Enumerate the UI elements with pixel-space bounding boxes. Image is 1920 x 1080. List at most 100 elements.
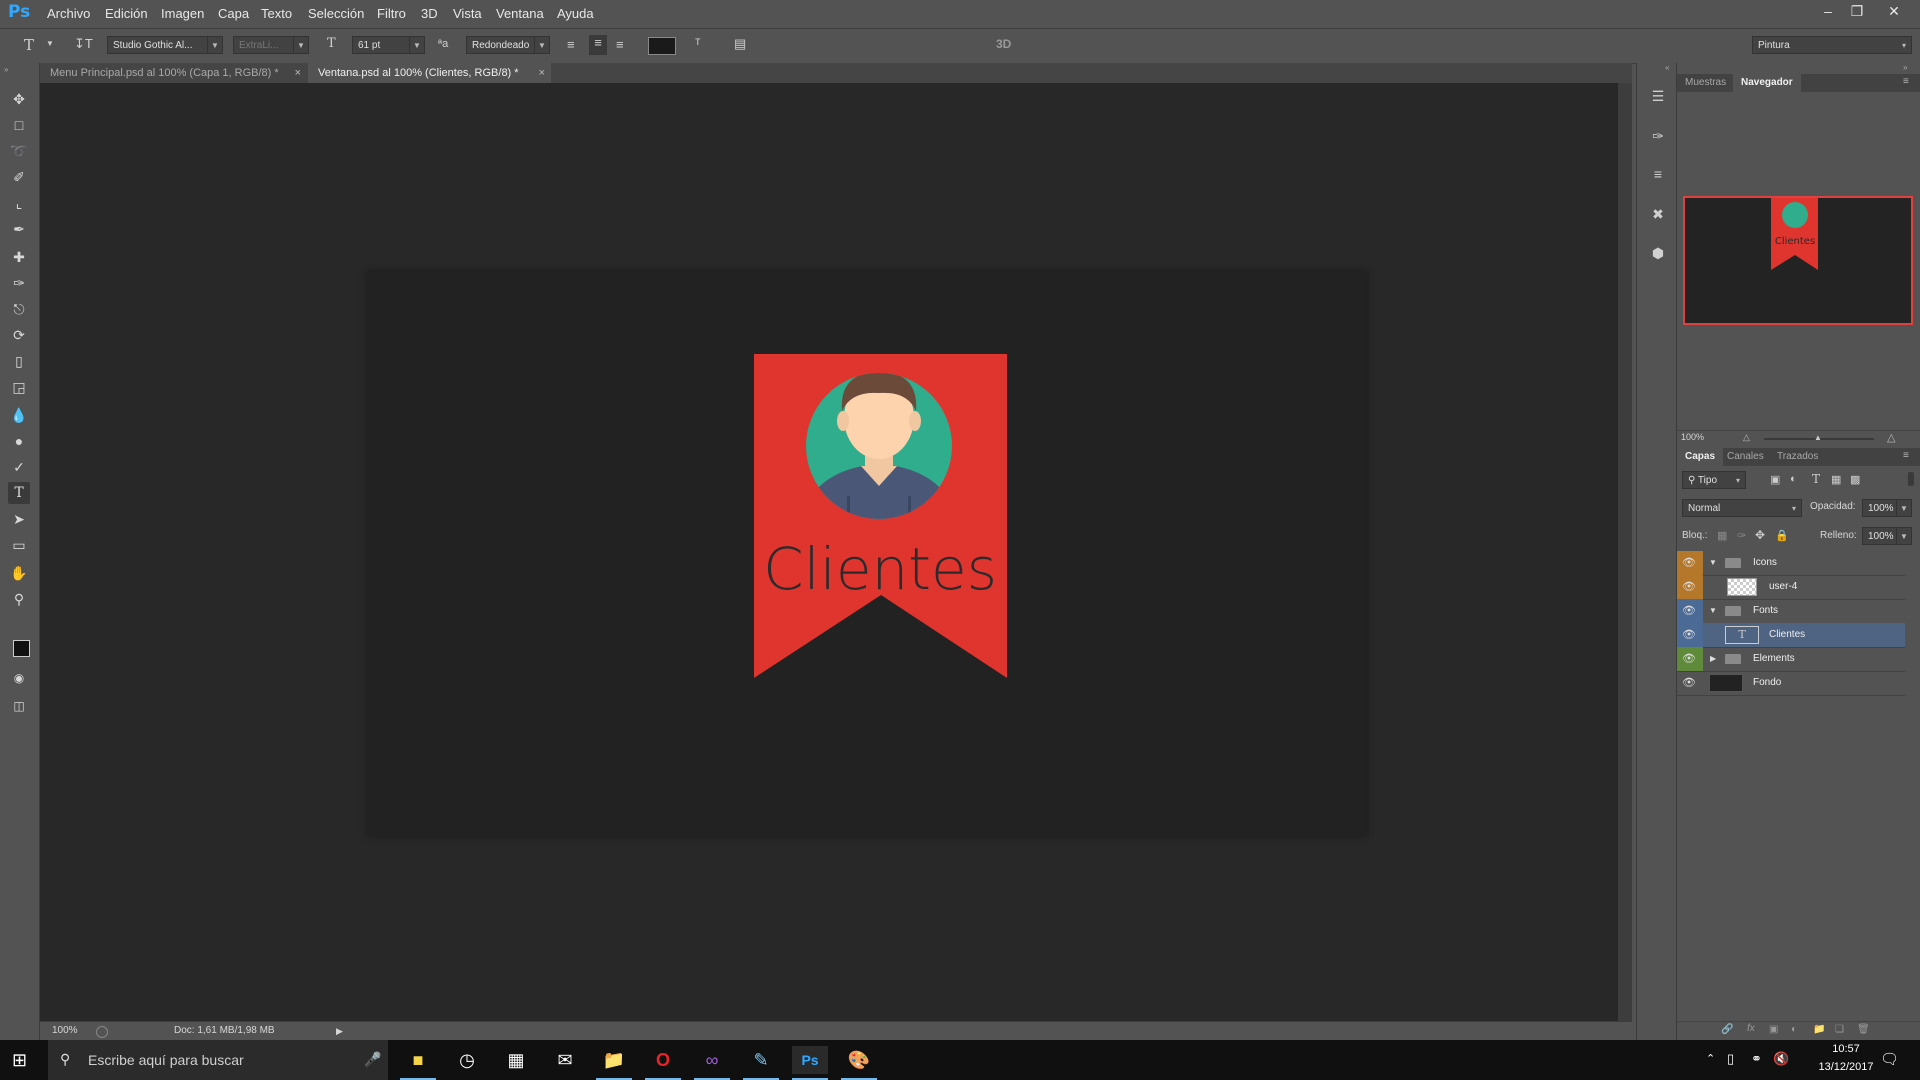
lock-position-icon[interactable]: ✥ [1755, 528, 1765, 542]
filter-toggle[interactable] [1908, 472, 1914, 486]
blur-tool-icon[interactable]: 💧 [8, 404, 30, 426]
layer-style-icon[interactable]: fx [1747, 1023, 1755, 1034]
vertical-scrollbar[interactable] [1618, 83, 1632, 1021]
zoom-in-icon[interactable]: △ [1887, 431, 1895, 444]
visibility-eye-icon[interactable]: 👁 [1682, 556, 1696, 569]
calendar-icon[interactable]: ▦ [498, 1046, 534, 1074]
lasso-tool-icon[interactable]: ➰ [8, 140, 30, 162]
zoom-tool-icon[interactable]: ⚲ [8, 588, 30, 610]
type-tool-preset-icon[interactable]: T [24, 36, 34, 54]
opera-icon[interactable]: O [645, 1046, 681, 1074]
menu-seleccion[interactable]: Selección [308, 6, 364, 21]
restore-icon[interactable]: ❐ [1845, 2, 1869, 20]
status-menu-arrow-icon[interactable]: ▶ [336, 1022, 343, 1040]
panel-menu-icon[interactable]: ≡ [1903, 450, 1909, 461]
mail-icon[interactable]: ✉ [547, 1046, 583, 1074]
layer-row-icons[interactable]: 👁 ▼ Icons [1677, 551, 1905, 576]
3d-mode-button[interactable]: 3D [996, 37, 1011, 51]
link-layers-icon[interactable]: 🔗 [1721, 1024, 1733, 1035]
add-mask-icon[interactable]: ▣ [1769, 1024, 1778, 1035]
menu-ayuda[interactable]: Ayuda [557, 6, 594, 21]
screen-mode-icon[interactable]: ◫ [8, 695, 30, 717]
history-panel-icon[interactable]: ☰ [1647, 85, 1669, 107]
tab-muestras[interactable]: Muestras [1677, 74, 1734, 92]
document-canvas[interactable]: Clientes [367, 271, 1367, 836]
photoshop-icon[interactable]: Ps [792, 1046, 828, 1074]
font-family-select[interactable]: Studio Gothic Al... ▼ [107, 36, 223, 54]
tab-canales[interactable]: Canales [1719, 448, 1772, 466]
volume-muted-icon[interactable]: 🔇 [1773, 1051, 1789, 1067]
windows-start-icon[interactable]: ⊞ [12, 1050, 27, 1071]
menu-archivo[interactable]: Archivo [47, 6, 90, 21]
path-select-icon[interactable]: ➤ [8, 508, 30, 530]
menu-capa[interactable]: Capa [218, 6, 249, 21]
layer-row-clientes[interactable]: 👁 T Clientes [1677, 623, 1905, 648]
filter-smart-icon[interactable]: ▩ [1850, 473, 1860, 486]
group-collapsed-triangle-icon[interactable]: ▶ [1710, 647, 1716, 671]
hand-tool-icon[interactable]: ✋ [8, 562, 30, 584]
blend-mode-select[interactable]: Normal ▾ [1682, 499, 1802, 517]
clock-time[interactable]: 10:57 [1822, 1043, 1870, 1055]
search-box[interactable]: ⚲ Escribe aquí para buscar 🎤 [48, 1040, 388, 1080]
delete-layer-icon[interactable]: 🗑 [1857, 1024, 1870, 1035]
pen-tool-icon[interactable]: ✓ [8, 456, 30, 478]
text-orientation-icon[interactable]: ↧T [74, 36, 93, 52]
paint-bucket-icon[interactable]: ◲ [8, 376, 30, 398]
visibility-eye-icon[interactable]: 👁 [1682, 652, 1696, 665]
menu-texto[interactable]: Texto [261, 6, 292, 21]
microphone-icon[interactable]: 🎤 [364, 1051, 381, 1068]
crop-tool-icon[interactable]: ⌞ [8, 192, 30, 214]
filter-type-icon[interactable]: T [1812, 472, 1820, 486]
rectangle-tool-icon[interactable]: ▭ [8, 534, 30, 556]
new-group-icon[interactable]: 📁 [1813, 1024, 1825, 1035]
paragraph-panel-icon[interactable]: ≡ [1647, 163, 1669, 185]
layer-row-user-4[interactable]: 👁 user-4 [1677, 575, 1905, 600]
alarm-clock-icon[interactable]: ◷ [449, 1046, 485, 1074]
visibility-eye-icon[interactable]: 👁 [1682, 604, 1696, 617]
type-tool-icon[interactable]: T [8, 482, 30, 504]
navigator-zoom-value[interactable]: 100% [1681, 432, 1704, 442]
quick-select-tool-icon[interactable]: ✐ [8, 166, 30, 188]
collapse-toolbox-icon[interactable]: » [4, 65, 8, 74]
group-expanded-triangle-icon[interactable]: ▼ [1709, 551, 1717, 575]
align-left-icon[interactable]: ≡ [567, 37, 575, 52]
marquee-tool-icon[interactable]: □ [8, 114, 30, 136]
brush-panel-icon[interactable]: ✑ [1647, 125, 1669, 147]
dodge-tool-icon[interactable]: ● [8, 430, 30, 452]
tab-navegador[interactable]: Navegador [1733, 74, 1801, 92]
tools-panel-icon[interactable]: ✖ [1647, 203, 1669, 225]
lock-pixels-icon[interactable]: ✑ [1737, 529, 1746, 542]
panel-menu-icon[interactable]: ≡ [1903, 76, 1909, 87]
zoom-out-icon[interactable]: △ [1743, 432, 1750, 443]
layer-row-fondo[interactable]: 👁 Fondo [1677, 671, 1905, 696]
chevron-down-icon[interactable]: ▼ [46, 39, 54, 48]
battery-icon[interactable]: ▯ [1727, 1051, 1734, 1067]
menu-ventana[interactable]: Ventana [496, 6, 544, 21]
tab-trazados[interactable]: Trazados [1769, 448, 1826, 466]
clock-date[interactable]: 13/12/2017 [1804, 1061, 1888, 1073]
visibility-eye-icon[interactable]: 👁 [1682, 676, 1696, 689]
notepad-icon[interactable]: ✎ [743, 1046, 779, 1074]
clone-stamp-icon[interactable]: ⎋ [8, 298, 30, 320]
brush-tool-icon[interactable]: ✑ [8, 272, 30, 294]
filter-shape-icon[interactable]: ▦ [1831, 473, 1841, 486]
eraser-tool-icon[interactable]: ▯ [8, 350, 30, 372]
menu-filtro[interactable]: Filtro [377, 6, 406, 21]
new-layer-icon[interactable]: ❏ [1835, 1024, 1844, 1035]
minimize-icon[interactable]: – [1816, 2, 1840, 20]
lock-all-icon[interactable]: 🔒 [1775, 529, 1789, 542]
healing-brush-icon[interactable]: ✚ [8, 246, 30, 268]
opacity-input[interactable]: 100% ▼ [1862, 499, 1912, 517]
character-panel-icon[interactable]: ▤ [734, 36, 746, 52]
zoom-level[interactable]: 100% [52, 1022, 78, 1040]
adjustment-layer-icon[interactable]: ◐ [1791, 1024, 1797, 1035]
file-explorer-icon[interactable]: 📁 [596, 1046, 632, 1074]
fill-input[interactable]: 100% ▼ [1862, 527, 1912, 545]
font-style-select[interactable]: ExtraLi... ▼ [233, 36, 309, 54]
tab-capas[interactable]: Capas [1677, 448, 1724, 466]
align-center-icon[interactable]: ≡ [589, 35, 607, 55]
navigator-preview[interactable]: Clientes [1683, 196, 1913, 325]
text-color-swatch[interactable] [648, 37, 676, 55]
warp-text-icon[interactable]: ᵀ [695, 36, 701, 51]
collapse-panels-icon[interactable]: » [1903, 63, 1907, 72]
